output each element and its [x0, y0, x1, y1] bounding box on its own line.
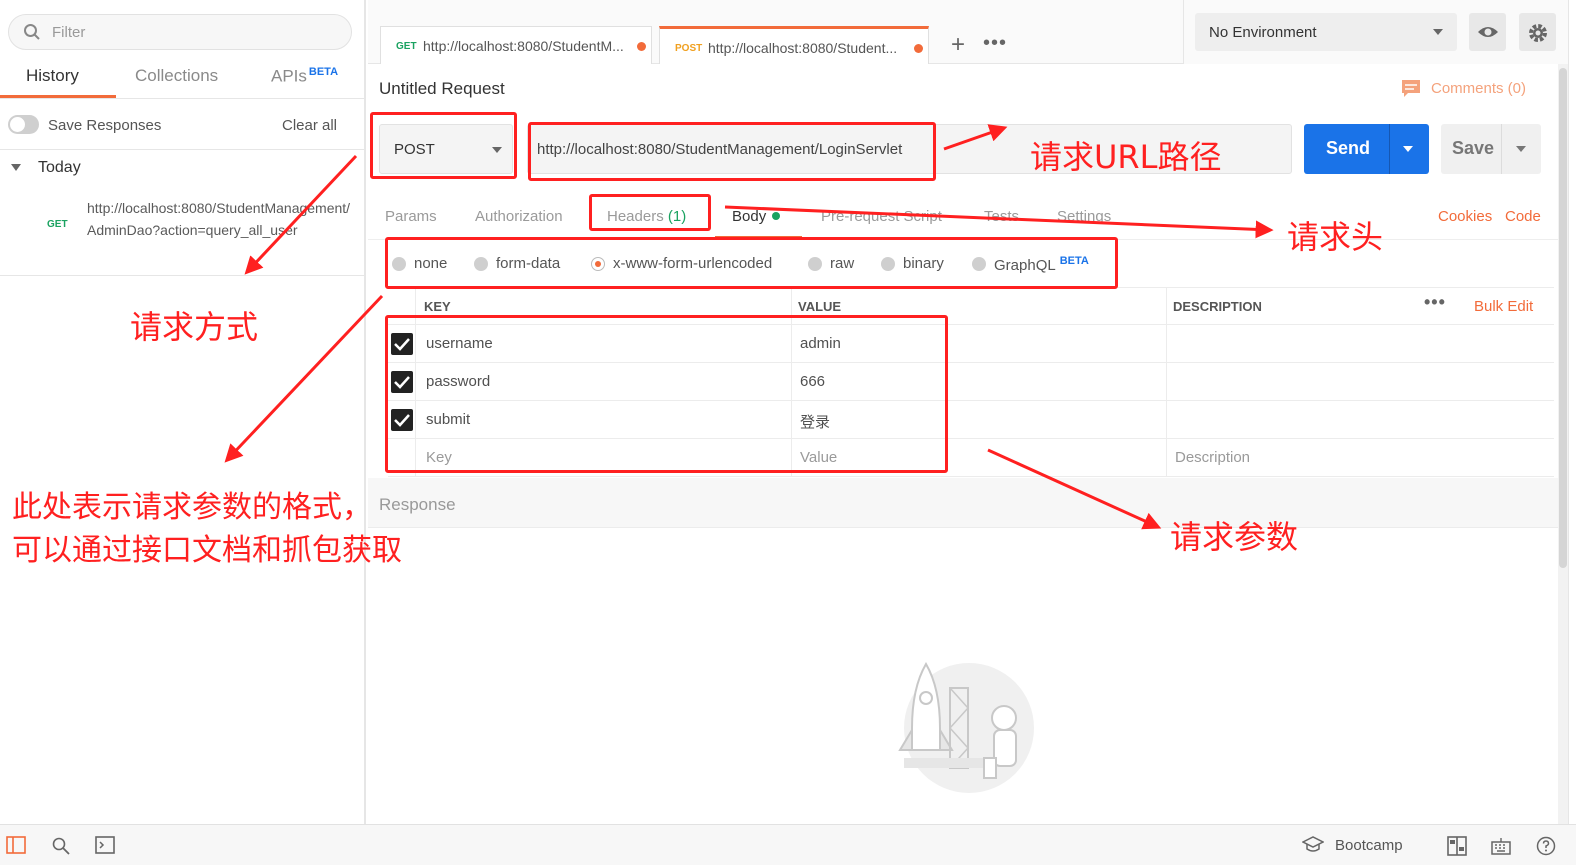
annotation-format-line2: 可以通过接口文档和抓包获取: [12, 533, 402, 568]
annotation-method: 请求方式: [130, 308, 259, 346]
annotation-url-path: 请求URL路径: [1030, 138, 1222, 176]
annotation-params: 请求参数: [1170, 518, 1299, 556]
annotation-headers: 请求头: [1287, 218, 1384, 256]
annotation-arrows: [224, 124, 1274, 530]
annotation-format-line1: 此处表示请求参数的格式，: [12, 490, 372, 525]
